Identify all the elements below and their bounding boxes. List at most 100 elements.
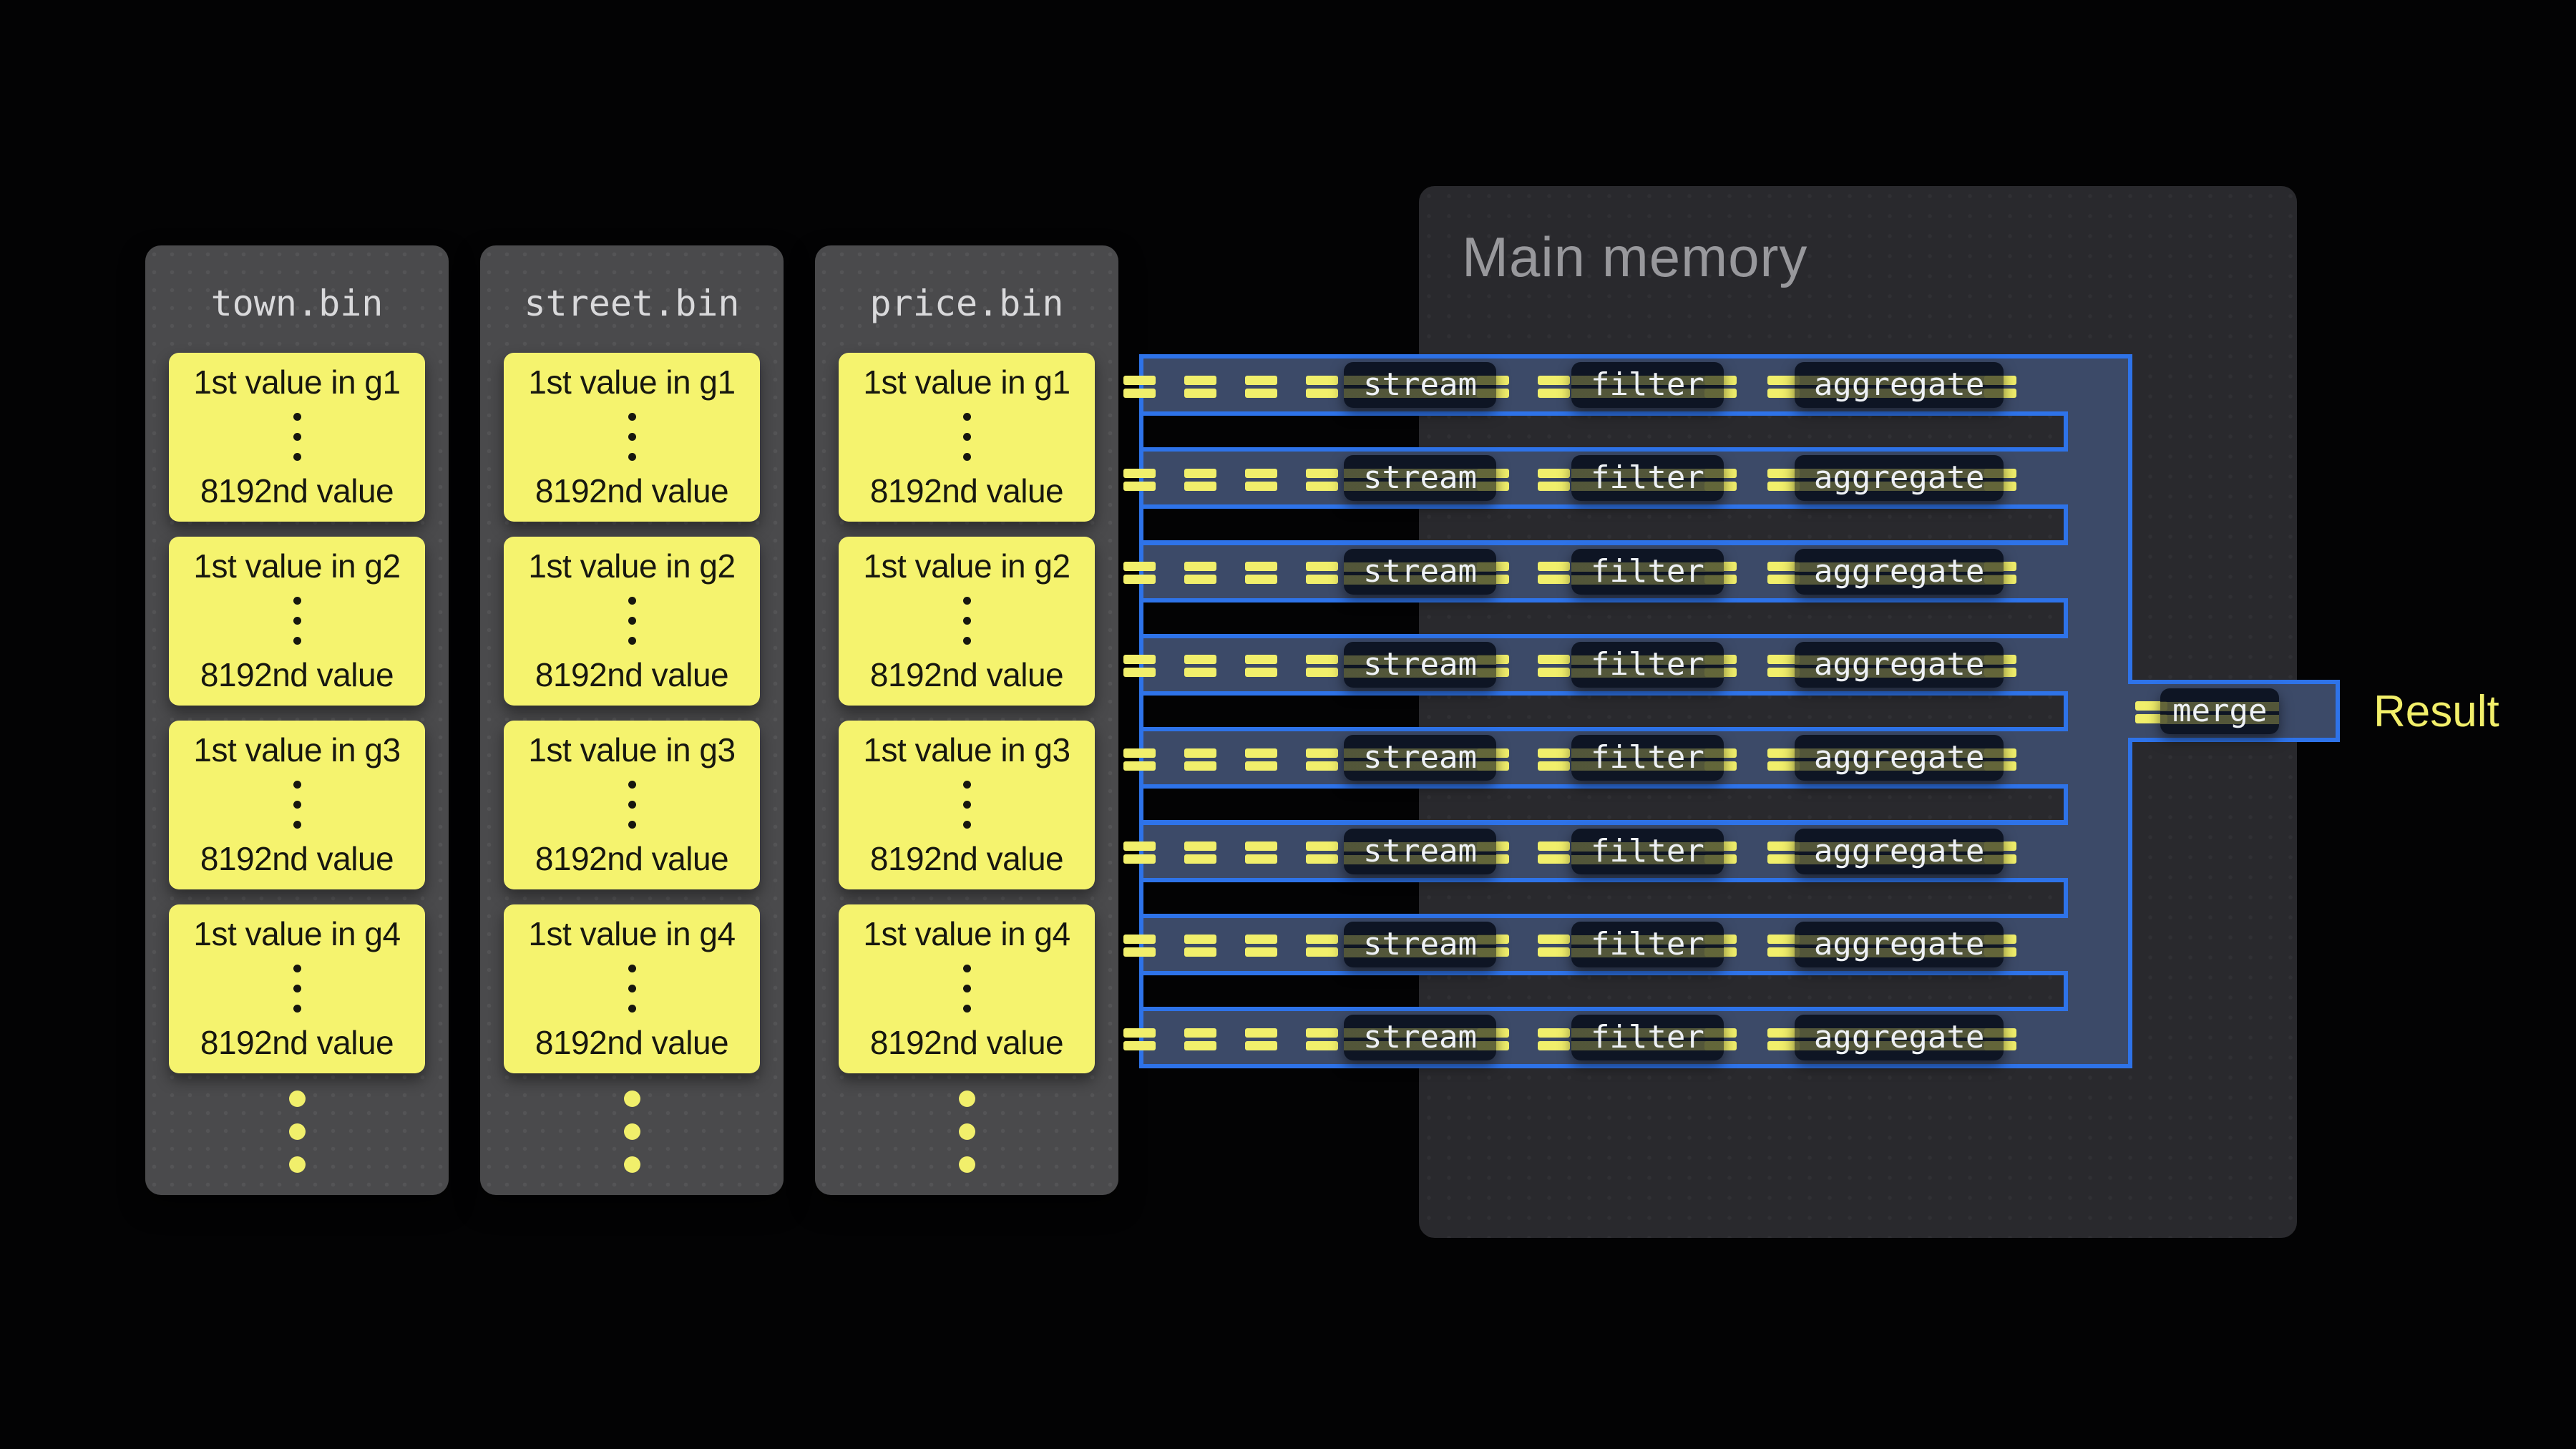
dot-icon [963,821,971,829]
vertical-ellipsis-icon [293,413,301,461]
dot-icon [628,433,636,441]
dot-icon [628,617,636,625]
file-card-price-bin: price.bin1st value in g18192nd value1st … [815,245,1118,1195]
pipeline-row: streamfilteraggregate [1139,1007,2132,1068]
dot-icon [628,985,636,992]
value-block: 1st value in g48192nd value [169,904,425,1073]
block-first-value-label: 1st value in g3 [528,731,735,769]
stage-operator-filter: filter [1571,922,1724,967]
equals-icon [1184,935,1216,957]
file-card-title: street.bin [480,283,784,324]
value-block: 1st value in g48192nd value [504,904,760,1073]
dot-icon [963,985,971,992]
equals-icon [1245,841,1277,864]
stage-operator-aggregate: aggregate [1795,922,2004,967]
vertical-ellipsis-icon [293,597,301,645]
dot-icon [293,433,301,441]
block-last-value-label: 8192nd value [535,839,728,878]
stage-operator-aggregate: aggregate [1795,1015,2004,1060]
stage-operator-stream: stream [1344,1015,1496,1060]
block-last-value-label: 8192nd value [200,839,394,878]
dot-icon [293,637,301,645]
equals-icon [1123,469,1156,491]
equals-icon [1123,655,1156,677]
pipeline-row: streamfilteraggregate [1139,447,2132,509]
equals-icon [1538,655,1570,677]
vertical-ellipsis-icon [963,413,971,461]
equals-icon [1245,376,1277,398]
dot-icon [963,617,971,625]
dot-icon [963,965,971,972]
value-block: 1st value in g1 8192nd value [839,353,1095,522]
value-block: 1st value in g28192nd value [169,537,425,706]
block-first-value-label: 1st value in g2 [193,547,400,585]
equals-icon [1306,935,1338,957]
dot-icon [293,985,301,992]
pipeline-row: streamfilteraggregate [1139,914,2132,975]
stage-operator-aggregate: aggregate [1795,642,2004,688]
block-last-value-label: 8192nd value [870,839,1063,878]
equals-icon [1184,376,1216,398]
equals-icon [1123,1028,1156,1050]
dot-icon [289,1091,306,1107]
dot-icon [963,433,971,441]
equals-icon [1538,469,1570,491]
dot-icon [293,617,301,625]
dot-icon [289,1123,306,1140]
equals-icon [1123,935,1156,957]
block-first-value-label: 1st value in g1 [863,363,1070,401]
equals-icon [1123,376,1156,398]
more-blocks-ellipsis-icon [145,1091,449,1173]
dot-icon [289,1156,306,1173]
pipeline-bus [2068,354,2132,1068]
block-last-value-label: 8192nd value [870,472,1063,510]
equals-icon [1306,748,1338,771]
vertical-ellipsis-icon [628,413,636,461]
file-card-street-bin: street.bin1st value in g18192nd value1st… [480,245,784,1195]
dot-icon [293,453,301,461]
value-block: 1st value in g18192nd value [504,353,760,522]
equals-icon [1538,562,1570,584]
value-block: 1st value in g3 8192nd value [504,721,760,889]
pipe-outline [1139,598,2068,638]
equals-icon [1538,376,1570,398]
stage-operator-stream: stream [1344,735,1496,781]
dot-icon [959,1091,975,1107]
equals-icon [1184,469,1216,491]
pipeline-row: streamfilteraggregate [1139,634,2132,696]
block-last-value-label: 8192nd value [535,472,728,510]
block-first-value-label: 1st value in g2 [528,547,735,585]
block-first-value-label: 1st value in g1 [193,363,400,401]
equals-icon [1306,469,1338,491]
bus-border-segment [2128,354,2132,680]
vertical-ellipsis-icon [628,965,636,1013]
equals-icon [1306,1028,1338,1050]
stage-operator-filter: filter [1571,455,1724,501]
dot-icon [293,413,301,421]
stage-operator-aggregate: aggregate [1795,549,2004,595]
dot-icon [963,637,971,645]
dot-icon [624,1156,640,1173]
stage-operator-stream: stream [1344,829,1496,874]
dot-icon [959,1123,975,1140]
dot-icon [293,781,301,789]
value-block: 1st value in g2 8192nd value [504,537,760,706]
dot-icon [963,801,971,809]
dot-icon [963,781,971,789]
equals-icon [1184,748,1216,771]
block-first-value-label: 1st value in g3 [863,731,1070,769]
stage-operator-filter: filter [1571,362,1724,408]
dot-icon [628,965,636,972]
equals-icon [1306,841,1338,864]
dot-icon [628,453,636,461]
equals-icon [1245,562,1277,584]
stage-operator-filter: filter [1571,642,1724,688]
block-first-value-label: 1st value in g2 [863,547,1070,585]
dot-icon [293,1005,301,1013]
equals-icon [1184,1028,1216,1050]
block-last-value-label: 8192nd value [535,655,728,694]
dot-icon [628,413,636,421]
vertical-ellipsis-icon [963,597,971,645]
equals-icon [1245,655,1277,677]
pipeline-row: streamfilteraggregate [1139,354,2132,416]
